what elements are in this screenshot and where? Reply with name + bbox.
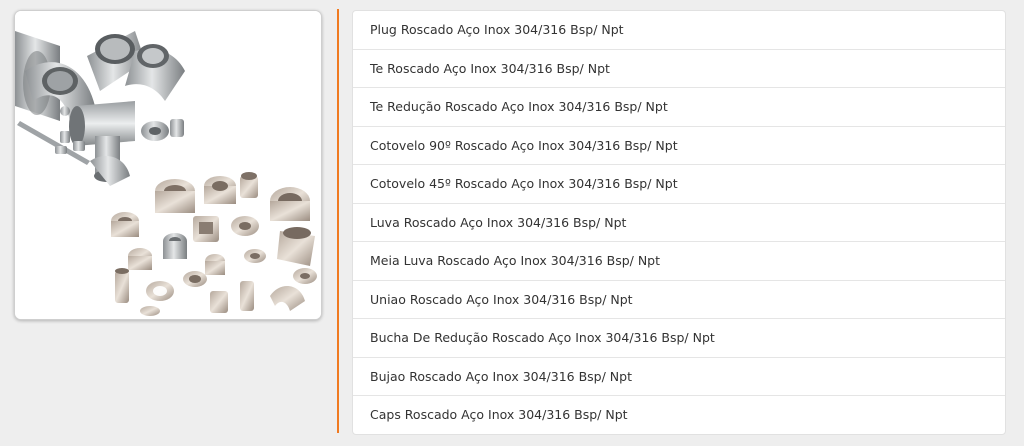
list-item[interactable]: Luva Roscado Aço Inox 304/316 Bsp/ Npt [353,202,1005,242]
list-item[interactable]: Plug Roscado Aço Inox 304/316 Bsp/ Npt [353,11,1005,49]
list-item[interactable]: Te Roscado Aço Inox 304/316 Bsp/ Npt [353,48,1005,88]
list-item-label[interactable]: Caps Roscado Aço Inox 304/316 Bsp/ Npt [370,407,628,422]
list-item[interactable]: Uniao Roscado Aço Inox 304/316 Bsp/ Npt [353,279,1005,319]
page: Plug Roscado Aço Inox 304/316 Bsp/ Npt T… [0,0,1024,446]
list-item[interactable]: Cotovelo 90º Roscado Aço Inox 304/316 Bs… [353,125,1005,165]
fittings-illustration [15,11,321,319]
list-item-label[interactable]: Luva Roscado Aço Inox 304/316 Bsp/ Npt [370,215,626,230]
list-item-label[interactable]: Uniao Roscado Aço Inox 304/316 Bsp/ Npt [370,292,633,307]
accent-divider [337,9,339,433]
list-item[interactable]: Caps Roscado Aço Inox 304/316 Bsp/ Npt [353,395,1005,434]
product-link-list: Plug Roscado Aço Inox 304/316 Bsp/ Npt T… [352,10,1006,435]
list-item-label[interactable]: Cotovelo 90º Roscado Aço Inox 304/316 Bs… [370,138,678,153]
list-item[interactable]: Bucha De Redução Roscado Aço Inox 304/31… [353,318,1005,357]
list-item-label[interactable]: Bucha De Redução Roscado Aço Inox 304/31… [370,330,715,345]
list-item-label[interactable]: Plug Roscado Aço Inox 304/316 Bsp/ Npt [370,22,624,37]
list-item[interactable]: Cotovelo 45º Roscado Aço Inox 304/316 Bs… [353,164,1005,203]
list-item-label[interactable]: Bujao Roscado Aço Inox 304/316 Bsp/ Npt [370,369,632,384]
list-item[interactable]: Meia Luva Roscado Aço Inox 304/316 Bsp/ … [353,241,1005,280]
product-image[interactable] [14,10,322,320]
list-item-label[interactable]: Te Redução Roscado Aço Inox 304/316 Bsp/… [370,99,668,114]
list-item-label[interactable]: Meia Luva Roscado Aço Inox 304/316 Bsp/ … [370,253,660,268]
list-item[interactable]: Bujao Roscado Aço Inox 304/316 Bsp/ Npt [353,356,1005,396]
list-item-label[interactable]: Te Roscado Aço Inox 304/316 Bsp/ Npt [370,61,610,76]
list-item-label[interactable]: Cotovelo 45º Roscado Aço Inox 304/316 Bs… [370,176,678,191]
list-item[interactable]: Te Redução Roscado Aço Inox 304/316 Bsp/… [353,87,1005,126]
